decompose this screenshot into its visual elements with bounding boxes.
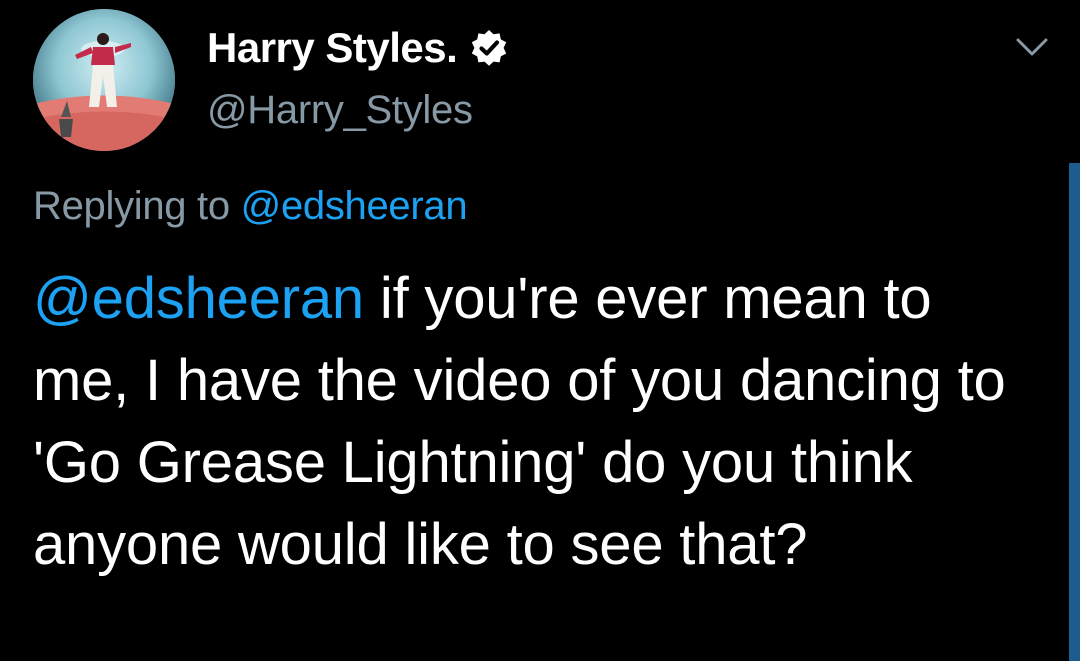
replying-to-line: Replying to @edsheeran xyxy=(33,184,468,229)
display-name[interactable]: Harry Styles. xyxy=(207,24,458,72)
avatar-photo-icon xyxy=(33,9,175,151)
tweet-text: @edsheeran if you're ever mean to me, I … xyxy=(33,258,1033,586)
display-name-row: Harry Styles. xyxy=(207,22,509,74)
tweet-header: Harry Styles. @Harry_Styles xyxy=(207,22,509,133)
scroll-indicator xyxy=(1069,163,1080,661)
tweet-card: Harry Styles. @Harry_Styles Replying to … xyxy=(0,0,1080,661)
avatar[interactable] xyxy=(33,9,175,151)
replying-to-mention-link[interactable]: @edsheeran xyxy=(241,184,468,228)
verified-badge-icon xyxy=(472,30,507,66)
tweet-mention-link[interactable]: @edsheeran xyxy=(33,266,364,331)
replying-to-label: Replying to xyxy=(33,184,241,228)
chevron-down-icon[interactable] xyxy=(1012,32,1052,62)
user-handle[interactable]: @Harry_Styles xyxy=(207,88,509,133)
